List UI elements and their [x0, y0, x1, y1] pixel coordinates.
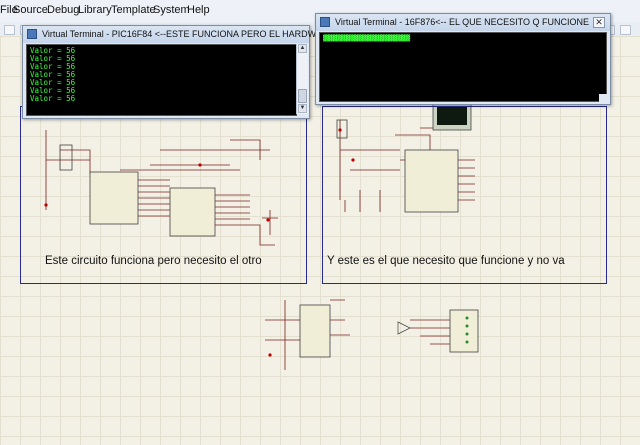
scroll-down-icon[interactable]: ▼: [298, 104, 307, 113]
terminal-2-title: Virtual Terminal - 16F876<-- EL QUE NECE…: [335, 17, 589, 27]
terminal-1-scrollbar[interactable]: ▲ ▼: [296, 44, 308, 114]
terminal-line: Valor = 56: [30, 94, 76, 103]
resize-grip-icon[interactable]: [599, 94, 609, 104]
left-circuit-caption: Este circuito funciona pero necesito el …: [45, 255, 262, 267]
terminal-icon: [320, 17, 330, 27]
terminal-1-titlebar[interactable]: Virtual Terminal - PIC16F84 <--ESTE FUNC…: [23, 26, 376, 43]
right-circuit-caption: Y este es el que necesito que funcione y…: [327, 255, 565, 267]
terminal-icon: [27, 29, 37, 39]
terminal-2-titlebar[interactable]: Virtual Terminal - 16F876<-- EL QUE NECE…: [316, 14, 610, 31]
terminal-2-screen[interactable]: ▓▓▓▓▓▓▓▓▓▓▓▓▓▓▓▓▓▓▓▓▓▓▓▓▓▓▓▓▓▓▓▓▓: [319, 32, 607, 102]
terminal-1-screen[interactable]: Valor = 56 Valor = 56 Valor = 56 Valor =…: [26, 44, 297, 116]
scroll-up-icon[interactable]: ▲: [298, 44, 307, 53]
terminal-line: ▓▓▓▓▓▓▓▓▓▓▓▓▓▓▓▓▓▓▓▓▓▓▓▓▓▓▓▓▓▓▓▓▓: [323, 35, 410, 42]
scroll-thumb[interactable]: [298, 89, 307, 103]
virtual-terminal-window-2[interactable]: Virtual Terminal - 16F876<-- EL QUE NECE…: [315, 13, 611, 105]
virtual-terminal-window-1[interactable]: Virtual Terminal - PIC16F84 <--ESTE FUNC…: [22, 25, 376, 119]
close-icon[interactable]: ✕: [593, 17, 605, 28]
